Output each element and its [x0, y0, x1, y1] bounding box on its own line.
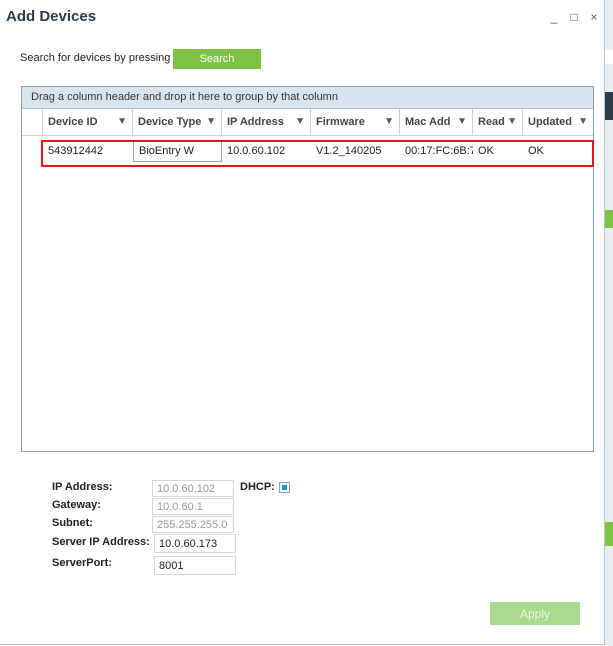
column-header-updated[interactable]: Updated ▼ — [523, 109, 593, 135]
row-indicator-header — [22, 109, 43, 135]
grid-header: Device ID ▼ Device Type ▼ IP Address ▼ F… — [22, 109, 593, 136]
devices-grid: Drag a column header and drop it here to… — [21, 86, 594, 452]
cell-read: OK — [478, 145, 494, 157]
column-label: Device Type — [138, 116, 202, 128]
cell-device-type[interactable]: BioEntry W — [133, 140, 222, 162]
column-label: Firmware — [316, 116, 365, 128]
filter-icon[interactable]: ▼ — [384, 109, 394, 135]
filter-icon[interactable]: ▼ — [457, 109, 467, 135]
background-app-strip — [604, 0, 613, 646]
search-button[interactable]: Search — [173, 49, 261, 69]
filter-icon[interactable]: ▼ — [578, 109, 588, 135]
server-ip-field[interactable]: 10.0.60.173 — [154, 534, 236, 553]
close-button[interactable]: × — [588, 10, 600, 24]
cell-mac-address: 00:17:FC:6B:7 — [405, 145, 473, 157]
subnet-field[interactable]: 255.255.255.0 — [152, 516, 234, 533]
column-label: Device ID — [48, 116, 98, 128]
column-header-device-type[interactable]: Device Type ▼ — [133, 109, 222, 135]
ip-address-field[interactable]: 10.0.60.102 — [152, 480, 234, 497]
window-controls: _ □ × — [548, 10, 600, 24]
ip-address-label: IP Address: — [52, 481, 113, 493]
dialog-title: Add Devices — [6, 8, 97, 25]
column-header-read[interactable]: Read ▼ — [473, 109, 523, 135]
maximize-button[interactable]: □ — [568, 10, 580, 24]
filter-icon[interactable]: ▼ — [206, 109, 216, 135]
dhcp-label: DHCP: — [240, 481, 275, 493]
column-header-firmware[interactable]: Firmware ▼ — [311, 109, 400, 135]
filter-icon[interactable]: ▼ — [117, 109, 127, 135]
column-label: IP Address — [227, 116, 284, 128]
gateway-field[interactable]: 10.0.60.1 — [152, 498, 234, 515]
column-label: Mac Add — [405, 116, 451, 128]
filter-icon[interactable]: ▼ — [507, 109, 517, 135]
cell-firmware: V1.2_140205 — [316, 145, 382, 157]
cell-ip-address: 10.0.60.102 — [227, 145, 286, 157]
cell-updated: OK — [528, 145, 544, 157]
column-header-mac-address[interactable]: Mac Add ▼ — [400, 109, 473, 135]
search-instructions: Search for devices by pressing — [20, 52, 171, 64]
dhcp-checkbox[interactable] — [279, 482, 290, 493]
minimize-button[interactable]: _ — [548, 10, 560, 24]
server-port-field[interactable]: 8001 — [154, 556, 236, 575]
checkbox-check-icon — [282, 485, 287, 490]
server-ip-label: Server IP Address: — [52, 536, 150, 548]
column-header-device-id[interactable]: Device ID ▼ — [43, 109, 133, 135]
title-bar[interactable]: Add Devices _ □ × — [0, 0, 604, 30]
gateway-label: Gateway: — [52, 499, 101, 511]
cell-device-id: 543912442 — [48, 145, 104, 157]
apply-button[interactable]: Apply — [490, 602, 580, 625]
column-header-ip-address[interactable]: IP Address ▼ — [222, 109, 311, 135]
add-devices-dialog: Add Devices _ □ × Search for devices by … — [0, 0, 605, 645]
column-label: Updated — [528, 116, 572, 128]
table-row[interactable]: 543912442 BioEntry W 10.0.60.102 V1.2_14… — [22, 136, 593, 166]
column-label: Read — [478, 116, 505, 128]
group-by-panel[interactable]: Drag a column header and drop it here to… — [22, 87, 593, 109]
server-port-label: ServerPort: — [52, 557, 112, 569]
subnet-label: Subnet: — [52, 517, 93, 529]
filter-icon[interactable]: ▼ — [295, 109, 305, 135]
